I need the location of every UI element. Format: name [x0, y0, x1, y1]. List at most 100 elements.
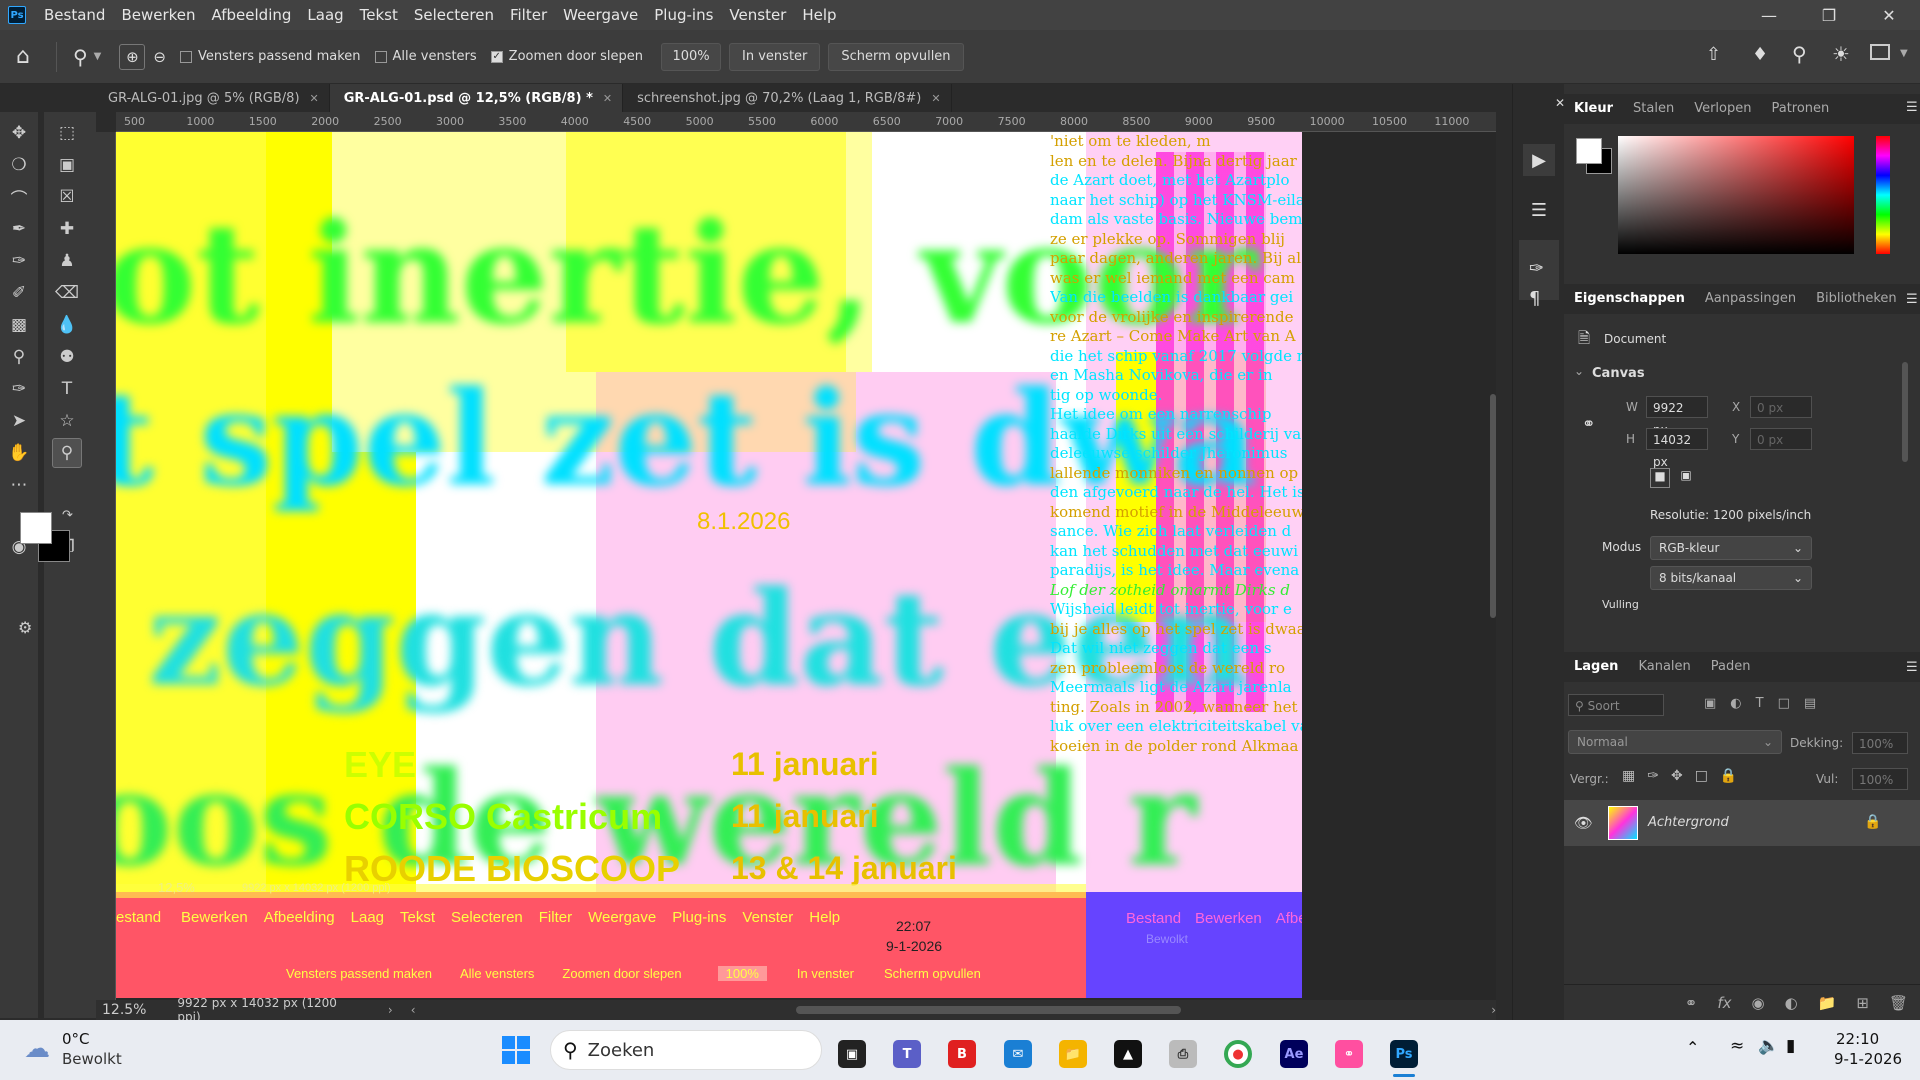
- group-folder-icon[interactable]: 📁: [1818, 994, 1837, 1012]
- zoom-in-icon[interactable]: ⊕: [119, 43, 146, 70]
- bitdefender-icon[interactable]: B: [948, 1040, 976, 1068]
- eraser-tool-icon[interactable]: ⌫: [52, 278, 82, 308]
- healing-tool-icon[interactable]: ✚: [52, 214, 82, 244]
- clock-date[interactable]: 9-1-2026: [1834, 1050, 1902, 1068]
- printer-icon[interactable]: ⎙: [1169, 1040, 1197, 1068]
- foreground-color-swatch-top[interactable]: [20, 512, 52, 544]
- panel-menu-icon[interactable]: ☰: [1906, 660, 1918, 675]
- chevron-down-icon[interactable]: ▼: [1900, 48, 1908, 59]
- tab-gr-alg-01-psd[interactable]: GR-ALG-01.psd @ 12,5% (RGB/8) * ✕: [329, 84, 624, 112]
- eyedropper-tool-icon[interactable]: ✒: [4, 214, 34, 244]
- tab-verlopen[interactable]: Verlopen: [1684, 94, 1761, 124]
- play-actions-icon[interactable]: ▶: [1523, 144, 1555, 176]
- weather-temp[interactable]: 0°C: [62, 1030, 90, 1048]
- discover-light-icon[interactable]: ☀: [1832, 42, 1850, 66]
- horizontal-scrollbar-thumb[interactable]: [795, 1006, 1182, 1014]
- opacity-field[interactable]: 100%: [1852, 732, 1908, 754]
- menu-bestand[interactable]: Bestand: [36, 0, 113, 30]
- close-tab-icon[interactable]: ✕: [310, 92, 319, 105]
- checkbox-checked-icon[interactable]: ✓: [490, 50, 503, 63]
- hand-tool-icon[interactable]: ✋: [4, 438, 34, 468]
- checkbox-icon[interactable]: [179, 50, 192, 63]
- scrubby-zoom-checkbox[interactable]: ✓ Zoomen door slepen: [490, 49, 643, 64]
- adjustments-icon[interactable]: ☰: [1523, 194, 1555, 226]
- tab-lagen[interactable]: Lagen: [1564, 652, 1628, 682]
- more-tools-icon[interactable]: ⋯: [4, 470, 34, 500]
- restore-icon[interactable]: ❐: [1806, 0, 1852, 30]
- home-icon[interactable]: ⌂: [0, 34, 46, 80]
- after-effects-icon[interactable]: Ae: [1280, 1040, 1308, 1068]
- crop-tool-icon[interactable]: ⌒: [4, 182, 34, 212]
- zoom-out-icon[interactable]: ⊖: [153, 48, 166, 66]
- menu-venster[interactable]: Venster: [721, 0, 794, 30]
- panel-menu-icon[interactable]: ☰: [1906, 292, 1918, 307]
- fill-screen-button[interactable]: Scherm opvullen: [828, 42, 964, 71]
- foreground-swatch-top[interactable]: [1576, 138, 1602, 164]
- tab-kanalen[interactable]: Kanalen: [1628, 652, 1700, 682]
- chevron-up-icon[interactable]: ⌃: [1686, 1038, 1699, 1057]
- bell-icon[interactable]: ♦: [1752, 44, 1768, 65]
- photoshop-icon[interactable]: Ps: [1390, 1040, 1418, 1068]
- tab-kleur[interactable]: Kleur: [1564, 94, 1623, 124]
- portrait-icon[interactable]: ■: [1650, 468, 1670, 488]
- tab-bibliotheken[interactable]: Bibliotheken: [1806, 284, 1907, 314]
- close-icon[interactable]: ✕: [1866, 0, 1912, 30]
- menu-bewerken[interactable]: Bewerken: [113, 0, 203, 30]
- file-explorer-icon[interactable]: 📁: [1059, 1040, 1087, 1068]
- blend-mode-dropdown[interactable]: Normaal ⌄: [1568, 730, 1782, 754]
- chevron-down-icon[interactable]: ⌄: [1574, 364, 1584, 378]
- tab-schreenshot-jpg[interactable]: schreenshot.jpg @ 70,2% (Laag 1, RGB/8#)…: [623, 84, 952, 112]
- marquee-tool-icon[interactable]: ⬚: [52, 118, 82, 148]
- zoom-tool-icon[interactable]: ⚲: [52, 438, 82, 468]
- new-layer-icon[interactable]: ⊞: [1856, 994, 1869, 1012]
- menu-selecteren[interactable]: Selecteren: [406, 0, 502, 30]
- windows-start-icon[interactable]: [502, 1036, 530, 1064]
- search-icon[interactable]: ⚲: [1792, 42, 1807, 66]
- menu-help[interactable]: Help: [794, 0, 844, 30]
- volume-icon[interactable]: 🔈: [1758, 1036, 1779, 1056]
- layer-filter-search[interactable]: ⚲ Soort: [1568, 694, 1664, 716]
- tab-paden[interactable]: Paden: [1701, 652, 1761, 682]
- width-field[interactable]: 9922 px: [1646, 396, 1708, 437]
- close-tab-icon[interactable]: ✕: [931, 92, 940, 105]
- workspace-icon[interactable]: [1870, 44, 1890, 60]
- document-canvas[interactable]: ot inertie, voor t spel zet is dwa zegge…: [116, 132, 1302, 998]
- hue-slider[interactable]: [1876, 136, 1890, 254]
- color-field[interactable]: [1618, 136, 1854, 254]
- zoom-100-button[interactable]: 100%: [661, 42, 722, 71]
- height-field[interactable]: 14032 px: [1646, 428, 1708, 469]
- mode-dropdown[interactable]: RGB-kleur ⌄: [1650, 536, 1812, 560]
- weather-desc[interactable]: Bewolkt: [62, 1050, 122, 1068]
- menu-plugins[interactable]: Plug-ins: [646, 0, 721, 30]
- menu-filter[interactable]: Filter: [502, 0, 555, 30]
- minimize-icon[interactable]: —: [1746, 0, 1792, 30]
- path-selection-tool-icon[interactable]: ➤: [4, 406, 34, 436]
- layer-name[interactable]: Achtergrond: [1648, 815, 1729, 830]
- trash-icon[interactable]: 🗑: [1889, 994, 1908, 1012]
- chevron-right-icon[interactable]: ›: [388, 1003, 393, 1017]
- creative-cloud-icon[interactable]: ⚭: [1335, 1040, 1363, 1068]
- battery-icon[interactable]: ▮: [1786, 1036, 1795, 1056]
- lock-icons[interactable]: ▦✑✥□🔒: [1622, 768, 1749, 784]
- object-selection-tool-icon[interactable]: ▣: [52, 150, 82, 180]
- tab-stalen[interactable]: Stalen: [1623, 94, 1684, 124]
- zoom-level[interactable]: 12.5%: [102, 1002, 155, 1018]
- menu-tekst[interactable]: Tekst: [352, 0, 406, 30]
- layer-row[interactable]: 👁 Achtergrond 🔒: [1564, 800, 1920, 846]
- tab-aanpassingen[interactable]: Aanpassingen: [1695, 284, 1806, 314]
- swap-colors-icon[interactable]: ↷: [62, 508, 73, 523]
- y-field[interactable]: 0 px: [1750, 428, 1812, 450]
- dodge-tool-icon[interactable]: ⚲: [4, 342, 34, 372]
- menu-afbeelding[interactable]: Afbeelding: [204, 0, 300, 30]
- affinity-icon[interactable]: ▲: [1114, 1040, 1142, 1068]
- fx-icon[interactable]: fx: [1717, 994, 1731, 1012]
- share-icon[interactable]: ⇧: [1706, 44, 1721, 65]
- paragraph-icon[interactable]: ¶: [1529, 288, 1540, 309]
- all-windows-checkbox[interactable]: Alle vensters: [374, 49, 477, 64]
- mask-icon[interactable]: ◉: [1752, 994, 1765, 1012]
- generative-icon[interactable]: ⚙: [18, 618, 32, 637]
- tab-patronen[interactable]: Patronen: [1761, 94, 1839, 124]
- brush-settings-icon[interactable]: ✑: [1529, 258, 1559, 279]
- gradient-tool-icon[interactable]: ▩: [4, 310, 34, 340]
- adjustment-layer-icon[interactable]: ◐: [1785, 994, 1798, 1012]
